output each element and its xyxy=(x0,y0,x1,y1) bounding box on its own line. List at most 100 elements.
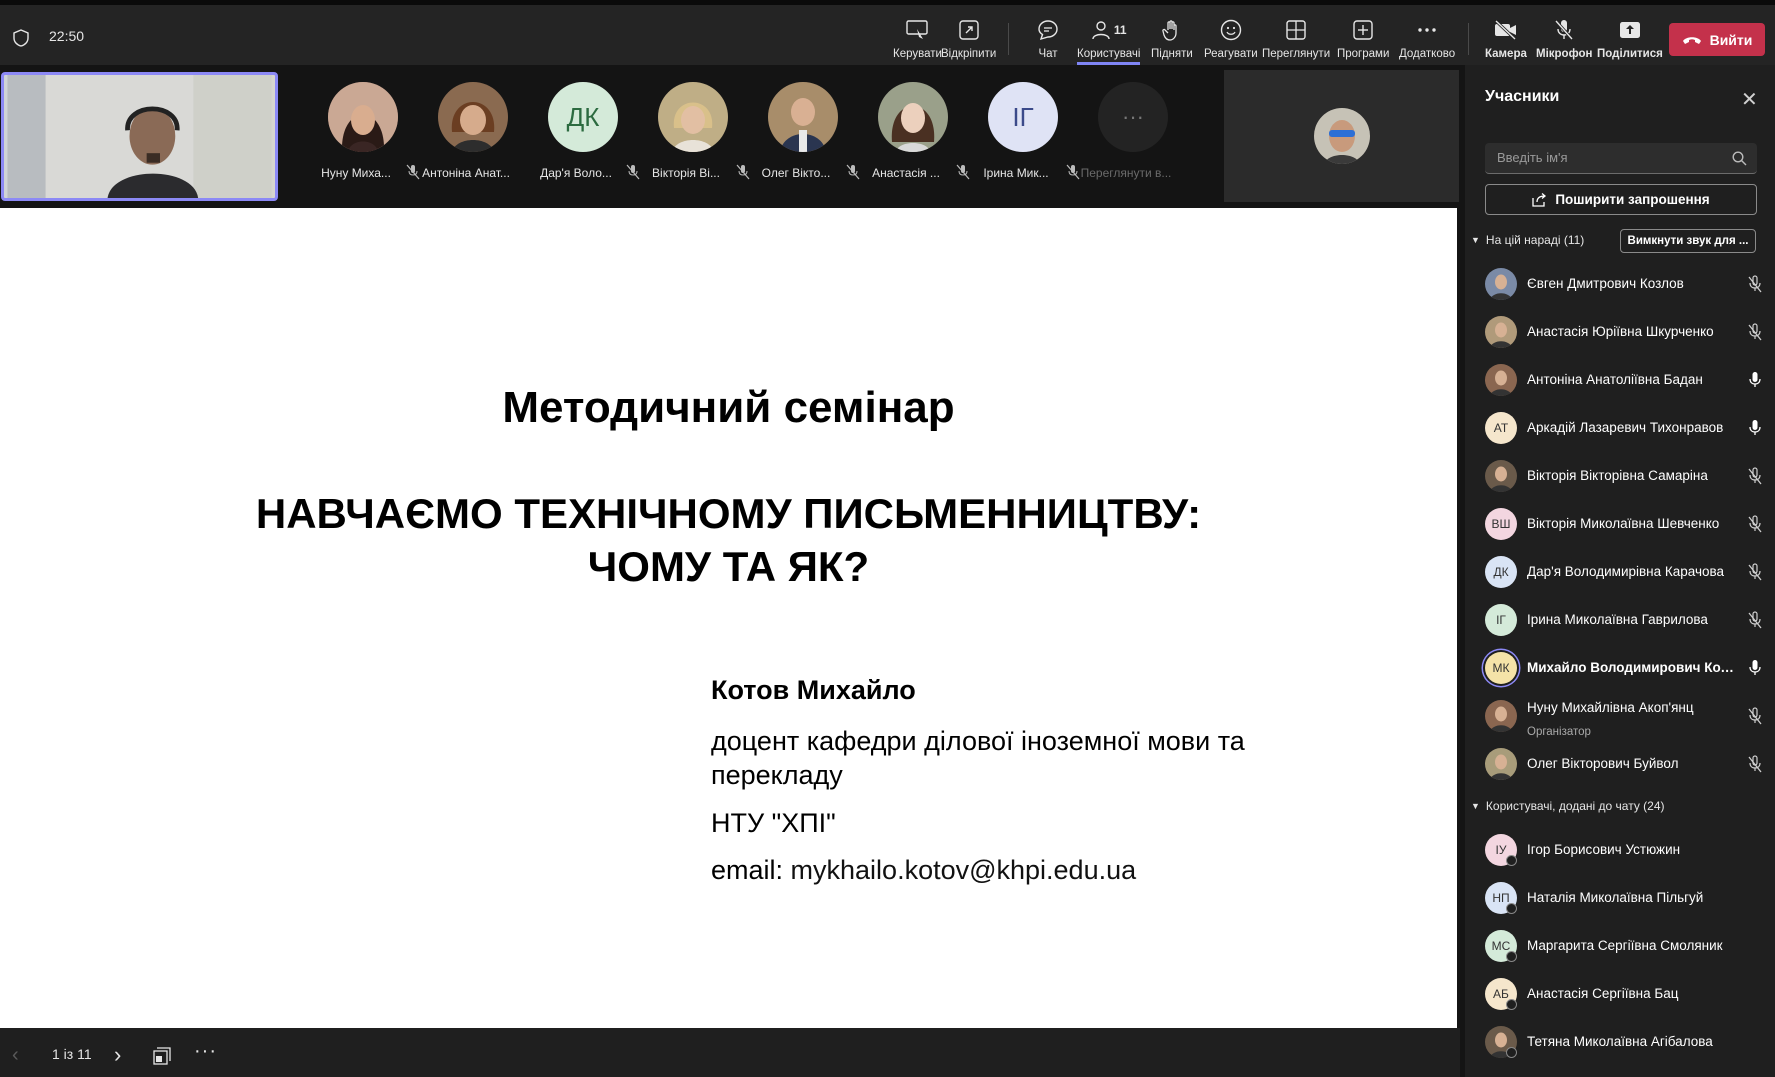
participant-row[interactable]: Олег Вікторович Буйвол xyxy=(1465,741,1775,789)
shared-presentation-slide: Методичний семінар НАВЧАЄМО ТЕХНІЧНОМУ П… xyxy=(0,208,1457,1028)
close-icon[interactable]: ✕ xyxy=(1741,87,1758,112)
participant-row[interactable]: Анастасія Юріївна Шкурченко xyxy=(1465,309,1775,357)
avatar xyxy=(1485,700,1517,732)
avatar xyxy=(1485,748,1517,780)
manage-button[interactable]: Керувати xyxy=(893,13,942,65)
presence-offline-icon xyxy=(1506,855,1517,866)
popout-button[interactable]: Відкріпити xyxy=(941,13,996,65)
participant-row[interactable]: МС Маргарита Сергіївна Смоляник xyxy=(1465,923,1775,971)
avatar: ІГ xyxy=(988,82,1058,152)
avatar: МК xyxy=(1485,652,1517,684)
participant-name: Олег Вікторович Буйвол xyxy=(1527,756,1679,771)
avatar xyxy=(878,82,948,152)
participant-tile[interactable]: Анастасія ... xyxy=(860,82,970,182)
microphone-button[interactable]: Мікрофон xyxy=(1536,13,1592,65)
participant-row[interactable]: ВШ Вікторія Миколаївна Шевченко xyxy=(1465,501,1775,549)
mic-off-icon xyxy=(1747,467,1763,485)
slide-title-line: НАВЧАЄМО ТЕХНІЧНОМУ ПИСЬМЕННИЦТВУ: xyxy=(255,490,1202,537)
more-options-button[interactable]: ··· xyxy=(194,1040,217,1063)
meeting-timer: 22:50 xyxy=(49,28,85,44)
participant-row[interactable]: Євген Дмитрович Козлов xyxy=(1465,261,1775,309)
mic-icon xyxy=(1747,419,1763,437)
participant-name: Наталія Миколаївна Пільгуй xyxy=(1527,890,1704,905)
share-screen-button[interactable]: Поділитися xyxy=(1597,13,1663,65)
participant-row[interactable]: Антоніна Анатоліївна Бадан xyxy=(1465,357,1775,405)
participant-role: Організатор xyxy=(1527,726,1591,738)
participant-row[interactable]: АТ Аркадій Лазаревич Тихонравов xyxy=(1465,405,1775,453)
leave-button[interactable]: Вийти xyxy=(1669,23,1765,56)
participant-row[interactable]: ІУ Ігор Борисович Устюжин xyxy=(1465,827,1775,875)
participant-row[interactable]: Нуну Михайлівна Акоп'янц Організатор xyxy=(1465,693,1775,741)
shield-icon xyxy=(13,29,29,47)
meeting-toolbar: 22:50 Керувати Відкріпити Чат 11 Користу… xyxy=(0,0,1775,65)
presence-offline-icon xyxy=(1506,903,1517,914)
more-button[interactable]: Додатково xyxy=(1399,13,1455,65)
video-feed-image xyxy=(7,75,272,198)
people-button[interactable]: 11 Користувачі xyxy=(1077,13,1141,65)
more-horizontal-icon: ··· xyxy=(1098,82,1168,152)
participant-name: Вікторія Вікторівна Самаріна xyxy=(1527,468,1708,483)
participant-name: Аркадій Лазаревич Тихонравов xyxy=(1527,420,1724,435)
grid-view-icon xyxy=(1283,17,1309,43)
participant-tile[interactable]: Вікторія Ві... xyxy=(640,82,750,182)
participant-name: Дар'я Володимирівна Карачова xyxy=(1527,564,1725,579)
participant-row[interactable]: ІГ Ірина Миколаївна Гаврилова xyxy=(1465,597,1775,645)
active-speaker-video[interactable] xyxy=(1,72,278,201)
chat-button[interactable]: Чат xyxy=(1035,13,1061,65)
participant-row[interactable]: Вікторія Вікторівна Самаріна xyxy=(1465,453,1775,501)
avatar xyxy=(658,82,728,152)
email-link[interactable]: mykhailo.kotov@khpi.edu.ua xyxy=(791,855,1137,885)
chevron-down-icon: ▼ xyxy=(1471,801,1480,811)
participant-tile[interactable]: Нуну Миха... xyxy=(310,82,420,182)
slide-position: доцент кафедри ділової іноземної мови та… xyxy=(711,726,1245,790)
raise-hand-button[interactable]: Підняти xyxy=(1151,13,1193,65)
avatar xyxy=(1485,268,1517,300)
mute-all-button[interactable]: Вимкнути звук для ... xyxy=(1620,229,1756,253)
avatar xyxy=(438,82,508,152)
participants-panel: Учасники ✕ Поширити запрошення ▼ На цій … xyxy=(1465,65,1775,1077)
participant-tile[interactable]: ДК Дар'я Воло... xyxy=(530,82,640,182)
participant-search[interactable] xyxy=(1485,143,1757,174)
camera-button[interactable]: Камера xyxy=(1485,13,1527,65)
view-all-participants-tile[interactable]: ··· Переглянути в... xyxy=(1080,82,1190,182)
hand-icon xyxy=(1159,17,1185,43)
slide-heading: Методичний семінар xyxy=(502,383,955,432)
participant-name: Ірина Миколаївна Гаврилова xyxy=(1527,612,1708,627)
participant-name: Анастасія Юріївна Шкурченко xyxy=(1527,324,1714,339)
participant-tile[interactable]: Антоніна Анат... xyxy=(420,82,530,182)
mic-off-icon xyxy=(626,164,640,180)
participant-row[interactable]: ДК Дар'я Володимирівна Карачова xyxy=(1465,549,1775,597)
avatar: АТ xyxy=(1485,412,1517,444)
share-tray-icon xyxy=(1617,17,1643,43)
camera-off-icon xyxy=(1493,17,1519,43)
participant-tile[interactable]: Олег Вікто... xyxy=(750,82,860,182)
participant-row[interactable]: АБ Анастасія Сергіївна Бац xyxy=(1465,971,1775,1019)
avatar: ДК xyxy=(548,82,618,152)
mic-icon xyxy=(1747,659,1763,677)
mic-off-icon xyxy=(1747,755,1763,773)
chevron-down-icon: ▼ xyxy=(1471,235,1480,245)
chat-users-section-header[interactable]: ▼ Користувачі, додані до чату (24) xyxy=(1471,799,1665,813)
mic-off-icon xyxy=(1747,707,1763,725)
participant-row[interactable]: Тетяна Миколаївна Агібалова xyxy=(1465,1019,1775,1067)
slide-title-line: ЧОМУ ТА ЯК? xyxy=(587,543,870,590)
avatar xyxy=(1485,364,1517,396)
search-input[interactable] xyxy=(1497,150,1717,165)
teams-meeting-window: 22:50 Керувати Відкріпити Чат 11 Користу… xyxy=(0,0,1775,1077)
participant-row[interactable]: НП Наталія Миколаївна Пільгуй xyxy=(1465,875,1775,923)
share-invite-button[interactable]: Поширити запрошення xyxy=(1485,184,1757,215)
next-slide-button[interactable]: › xyxy=(114,1042,121,1068)
participant-row[interactable]: МК Михайло Володимирович Котов xyxy=(1465,645,1775,693)
previous-slide-button[interactable]: ‹ xyxy=(12,1044,19,1067)
apps-button[interactable]: Програми xyxy=(1337,13,1389,65)
mic-off-icon xyxy=(1747,323,1763,341)
chat-icon xyxy=(1035,17,1061,43)
layout-icon[interactable] xyxy=(153,1047,171,1065)
participant-tile[interactable]: ІГ Ірина Мик... xyxy=(970,82,1080,182)
in-meeting-section-header[interactable]: ▼ На цій нараді (11) xyxy=(1471,233,1584,247)
search-icon xyxy=(1732,151,1747,166)
react-button[interactable]: Реагувати xyxy=(1204,13,1258,65)
mic-off-icon xyxy=(406,164,420,180)
view-button[interactable]: Переглянути xyxy=(1262,13,1330,65)
avatar xyxy=(768,82,838,152)
